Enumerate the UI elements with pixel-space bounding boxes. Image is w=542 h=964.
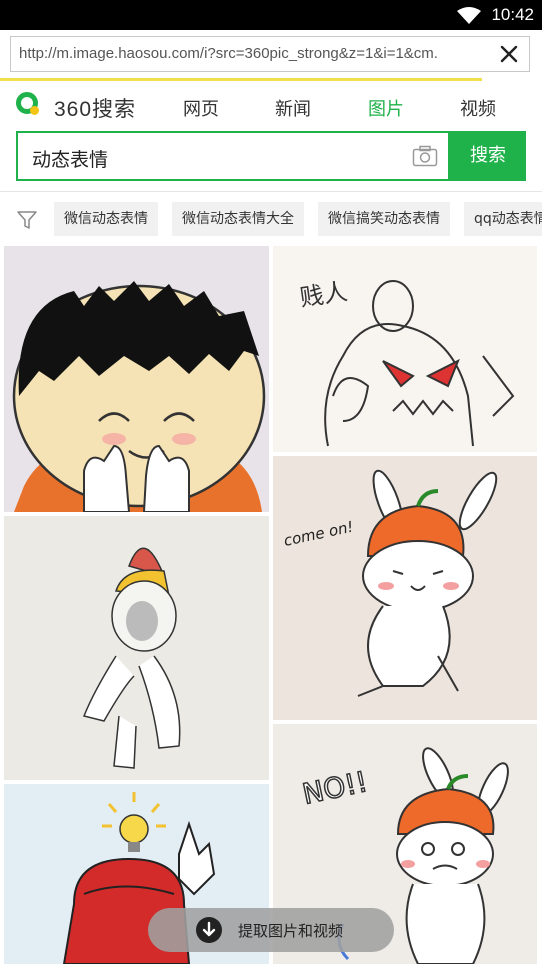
url-bar: http://m.image.haosou.com/i?src=360pic_s… <box>0 30 542 80</box>
image-result[interactable] <box>4 246 269 512</box>
image-results-grid: 贱人 come on! NO!! <box>0 246 542 964</box>
status-bar: 10:42 <box>0 0 542 30</box>
search-button[interactable]: 搜索 <box>450 131 526 181</box>
url-text[interactable]: http://m.image.haosou.com/i?src=360pic_s… <box>19 45 477 62</box>
filter-chip[interactable]: qq动态表情 <box>464 202 542 236</box>
image-result[interactable] <box>4 516 269 780</box>
tab-web[interactable]: 网页 <box>183 95 219 121</box>
logo-text: 360搜索 <box>54 98 137 121</box>
extract-media-button[interactable]: 提取图片和视频 <box>148 908 394 952</box>
search-header: 360搜索 网页 新闻 图片 视频 <box>0 84 542 128</box>
related-searches: 微信动态表情 微信动态表情大全 微信搞笑动态表情 qq动态表情 <box>0 202 542 238</box>
search-query[interactable]: 动态表情 <box>32 145 108 172</box>
wifi-icon <box>456 6 482 30</box>
page-load-progress <box>0 78 482 81</box>
logo[interactable]: 360搜索 <box>16 90 156 122</box>
filter-chip[interactable]: 微信动态表情大全 <box>172 202 304 236</box>
tab-video[interactable]: 视频 <box>460 95 496 121</box>
filter-chip[interactable]: 微信搞笑动态表情 <box>318 202 450 236</box>
tab-news[interactable]: 新闻 <box>275 95 311 121</box>
close-icon[interactable] <box>497 42 521 66</box>
image-result[interactable]: 贱人 <box>273 246 537 452</box>
image-caption: come on! <box>282 518 355 550</box>
extract-label: 提取图片和视频 <box>238 922 344 940</box>
address-field[interactable]: http://m.image.haosou.com/i?src=360pic_s… <box>10 36 530 72</box>
search-input[interactable]: 动态表情 <box>16 131 450 181</box>
camera-icon[interactable] <box>412 145 438 171</box>
divider <box>0 191 542 192</box>
image-caption: 贱人 <box>298 278 349 312</box>
filter-icon[interactable] <box>16 209 38 235</box>
clock: 10:42 <box>491 5 534 24</box>
search-bar: 动态表情 搜索 <box>16 131 526 181</box>
logo-ring-icon <box>16 92 39 115</box>
image-caption: NO!! <box>300 765 371 811</box>
download-icon <box>196 917 222 943</box>
filter-chip[interactable]: 微信动态表情 <box>54 202 158 236</box>
image-result[interactable]: come on! <box>273 456 537 720</box>
tab-images[interactable]: 图片 <box>368 95 404 121</box>
